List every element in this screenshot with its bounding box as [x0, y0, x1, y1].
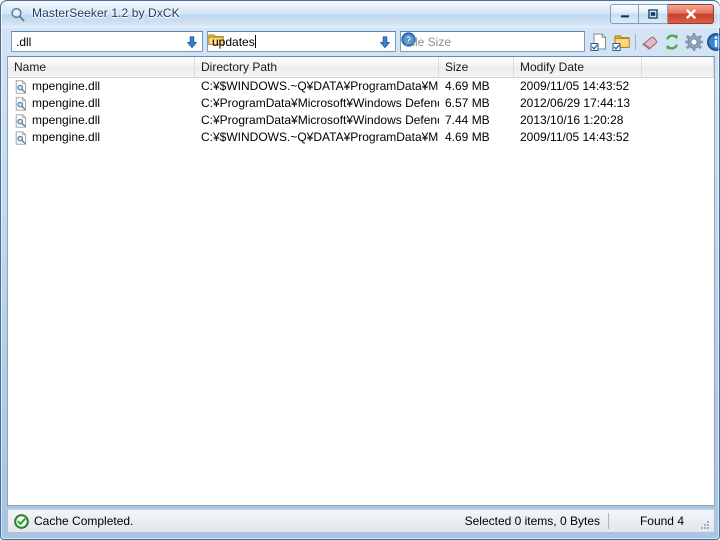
arrow-down-icon[interactable]: [186, 36, 198, 49]
toolbar: .dll updates File Size ?: [6, 30, 720, 54]
search-input[interactable]: updates: [207, 31, 396, 52]
cell-path: C:¥$WINDOWS.~Q¥DATA¥ProgramData¥Micr…: [201, 130, 439, 144]
resize-grip-icon[interactable]: [699, 518, 711, 530]
gear-icon[interactable]: [684, 32, 704, 52]
cell-path: C:¥ProgramData¥Microsoft¥Windows Defend…: [201, 113, 439, 127]
column-header-path[interactable]: Directory Path: [195, 57, 439, 77]
extension-filter-value: .dll: [16, 35, 32, 49]
window-title: MasterSeeker 1.2 by DxCK: [32, 6, 180, 20]
new-folder-filter-icon[interactable]: [611, 32, 631, 52]
cell-name: mpengine.dll: [32, 79, 101, 93]
file-size-input[interactable]: File Size ?: [400, 31, 585, 52]
check-circle-icon: [14, 514, 29, 529]
table-row[interactable]: mpengine.dll C:¥ProgramData¥Microsoft¥Win…: [8, 95, 714, 112]
cell-date: 2009/11/05 14:43:52: [520, 79, 630, 93]
results-rows: mpengine.dll C:¥$WINDOWS.~Q¥DATA¥ProgramD…: [8, 78, 714, 146]
text-caret: [254, 35, 256, 48]
cell-size: 4.69 MB: [445, 130, 490, 144]
minimize-icon: [611, 5, 638, 23]
magnifier-icon: [9, 6, 27, 24]
minimize-button[interactable]: [610, 4, 639, 24]
cell-path: C:¥ProgramData¥Microsoft¥Windows Defend…: [201, 96, 439, 110]
status-bar: Cache Completed. Selected 0 items, 0 Byt…: [7, 509, 715, 533]
results-list[interactable]: Name Directory Path Size Modify Date mpengi…: [7, 56, 715, 506]
table-row[interactable]: mpengine.dll C:¥$WINDOWS.~Q¥DATA¥ProgramD…: [8, 78, 714, 95]
status-found-count: Found 4: [639, 514, 684, 528]
toolbar-separator: [635, 34, 636, 50]
file-size-placeholder: File Size: [405, 35, 452, 49]
cell-date: 2009/11/05 14:43:52: [520, 130, 630, 144]
column-header-date[interactable]: Modify Date: [514, 57, 642, 77]
column-header-name[interactable]: Name: [8, 57, 195, 77]
maximize-icon: [639, 5, 667, 23]
cell-name: mpengine.dll: [32, 96, 101, 110]
application-window: MasterSeeker 1.2 by DxCK .dll updates Fi…: [0, 0, 720, 540]
search-value: updates: [212, 35, 256, 49]
eraser-icon[interactable]: [640, 32, 660, 52]
arrow-down-icon[interactable]: [379, 36, 391, 49]
cell-size: 4.69 MB: [445, 79, 490, 93]
table-row[interactable]: mpengine.dll C:¥$WINDOWS.~Q¥DATA¥ProgramD…: [8, 129, 714, 146]
close-icon: [668, 5, 713, 23]
cell-date: 2012/06/29 17:44:13: [520, 96, 631, 110]
cell-name: mpengine.dll: [32, 113, 101, 127]
cell-date: 2013/10/16 1:20:28: [520, 113, 624, 127]
column-header-extra[interactable]: [642, 57, 714, 77]
cell-size: 6.57 MB: [445, 96, 490, 110]
column-header-size[interactable]: Size: [439, 57, 514, 77]
new-file-filter-icon[interactable]: [589, 32, 609, 52]
cell-name: mpengine.dll: [32, 130, 101, 144]
title-bar: MasterSeeker 1.2 by DxCK: [2, 2, 720, 28]
info-icon[interactable]: [706, 32, 720, 52]
refresh-icon[interactable]: [662, 32, 682, 52]
cell-size: 7.44 MB: [445, 113, 490, 127]
status-message: Cache Completed.: [34, 514, 134, 528]
close-button[interactable]: [668, 4, 714, 24]
table-row[interactable]: mpengine.dll C:¥ProgramData¥Microsoft¥Win…: [8, 112, 714, 129]
status-divider: [608, 513, 609, 529]
extension-filter-input[interactable]: .dll: [11, 31, 203, 52]
column-header-row: Name Directory Path Size Modify Date: [8, 57, 714, 78]
maximize-button[interactable]: [639, 4, 668, 24]
cell-path: C:¥$WINDOWS.~Q¥DATA¥ProgramData¥Micr…: [201, 79, 439, 93]
status-selected-info: Selected 0 items, 0 Bytes: [464, 514, 600, 528]
